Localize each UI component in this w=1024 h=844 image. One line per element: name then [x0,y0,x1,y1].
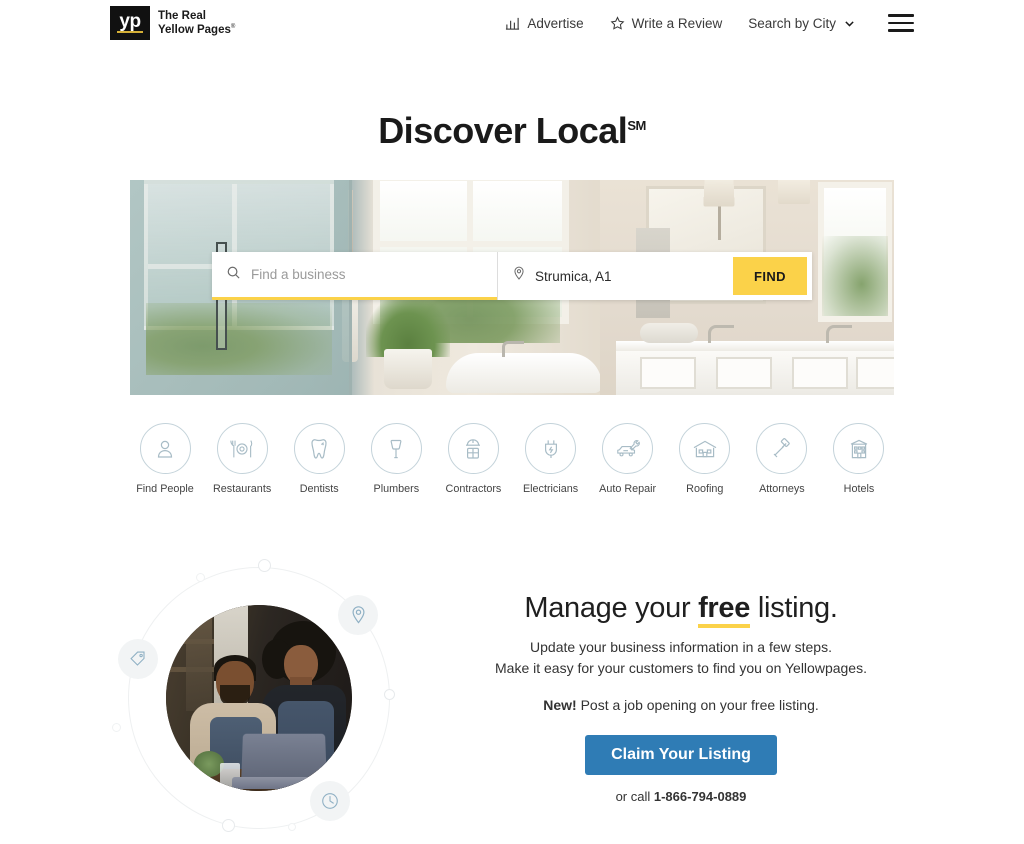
search-location-field[interactable] [498,252,733,300]
nav-label-advertise: Advertise [527,15,584,31]
logo-mark-text: yp [119,10,141,32]
category-shortcuts: Find People Restaurants Dentists Plumber… [130,423,894,495]
category-label: Roofing [686,483,724,495]
price-tag-icon [118,639,158,679]
orbit-dot [112,723,121,732]
page-title-servicemark: SM [627,118,646,133]
site-header: yp The Real Yellow Pages® Advertise Writ… [0,0,1024,46]
orbit-dot [384,689,395,700]
star-icon [610,15,625,31]
clock-icon [310,781,350,821]
cutlery-plate-icon [216,423,268,474]
orbit-dot [258,559,271,572]
nav-label-search-by-city: Search by City [748,15,836,31]
page-title: Discover LocalSM [0,110,1024,152]
category-restaurants[interactable]: Restaurants [207,423,277,495]
listing-body-line-2: Make it easy for your customers to find … [495,660,867,676]
nav-item-advertise[interactable]: Advertise [505,15,584,31]
category-label: Electricians [522,483,579,495]
call-line: or call 1-866-794-0889 [420,789,942,804]
phone-number[interactable]: 1-866-794-0889 [654,789,747,804]
hotel-building-icon [833,423,885,474]
category-dentists[interactable]: Dentists [284,423,354,495]
listing-body-line-1: Update your business information in a fe… [530,639,832,655]
listing-copy: Manage your free listing. Update your bu… [410,592,942,804]
logo-gold-underline [117,31,143,33]
plunger-icon [370,423,422,474]
listing-heading-before: Manage your [524,592,699,624]
search-icon [226,265,241,285]
listing-body: Update your business information in a fe… [420,637,942,679]
claim-your-listing-button[interactable]: Claim Your Listing [585,735,777,775]
category-label: Plumbers [373,483,420,495]
logo-wordmark: The Real Yellow Pages® [158,9,235,38]
page-title-text: Discover Local [378,110,628,151]
car-wrench-icon [602,423,654,474]
person-icon [139,423,191,474]
category-roofing[interactable]: Roofing [670,423,740,495]
worker-icon [447,423,499,474]
category-label: Auto Repair [599,483,657,495]
category-plumbers[interactable]: Plumbers [361,423,431,495]
category-label: Hotels [843,483,875,495]
house-icon [679,423,731,474]
category-hotels[interactable]: Hotels [824,423,894,495]
orbit-dot [222,819,235,832]
location-pin-icon [338,595,378,635]
category-label: Dentists [299,483,339,495]
plug-icon [525,423,577,474]
find-button[interactable]: FIND [733,257,807,295]
category-auto-repair[interactable]: Auto Repair [593,423,663,495]
chevron-down-icon [843,17,856,30]
nav-label-write-a-review: Write a Review [631,15,723,31]
nav-item-write-a-review[interactable]: Write a Review [610,15,723,31]
category-label: Attorneys [759,483,805,495]
yp-logo-icon: yp [110,6,150,40]
orbit-dot [196,573,205,582]
listing-heading-highlight: free [698,592,751,624]
category-electricians[interactable]: Electricians [516,423,586,495]
category-attorneys[interactable]: Attorneys [747,423,817,495]
search-bar: FIND [212,252,812,300]
logo-line-1: The Real [158,9,206,22]
manage-listing-section: Manage your free listing. Update your bu… [82,553,942,843]
tooth-icon [293,423,345,474]
orbit-dot [288,823,296,831]
listing-new-text: Post a job opening on your free listing. [576,697,819,713]
location-pin-icon [512,266,526,286]
search-input[interactable] [251,267,483,282]
category-label: Restaurants [213,483,272,495]
business-owners-photo [166,605,352,791]
listing-new-label: New! [543,697,577,713]
listing-heading: Manage your free listing. [420,592,942,625]
call-prefix: or call [615,789,654,804]
hamburger-menu-icon[interactable] [888,14,914,32]
category-find-people[interactable]: Find People [130,423,200,495]
site-logo[interactable]: yp The Real Yellow Pages® [110,6,235,40]
nav-item-search-by-city[interactable]: Search by City [748,16,856,31]
category-label: Contractors [445,483,502,495]
header-nav: Advertise Write a Review Search by City [505,14,914,32]
category-label: Find People [136,483,194,495]
category-contractors[interactable]: Contractors [438,423,508,495]
chart-bar-icon [505,16,520,31]
gavel-icon [756,423,808,474]
location-input[interactable] [535,268,719,284]
logo-line-2: Yellow Pages® [158,24,236,36]
listing-heading-after: listing. [750,592,838,624]
logo-trademark: ® [230,24,236,31]
listing-new-note: New! Post a job opening on your free lis… [420,697,942,713]
search-business-field[interactable] [212,252,497,300]
listing-illustration [110,553,410,843]
hero-banner: FIND [130,180,894,395]
